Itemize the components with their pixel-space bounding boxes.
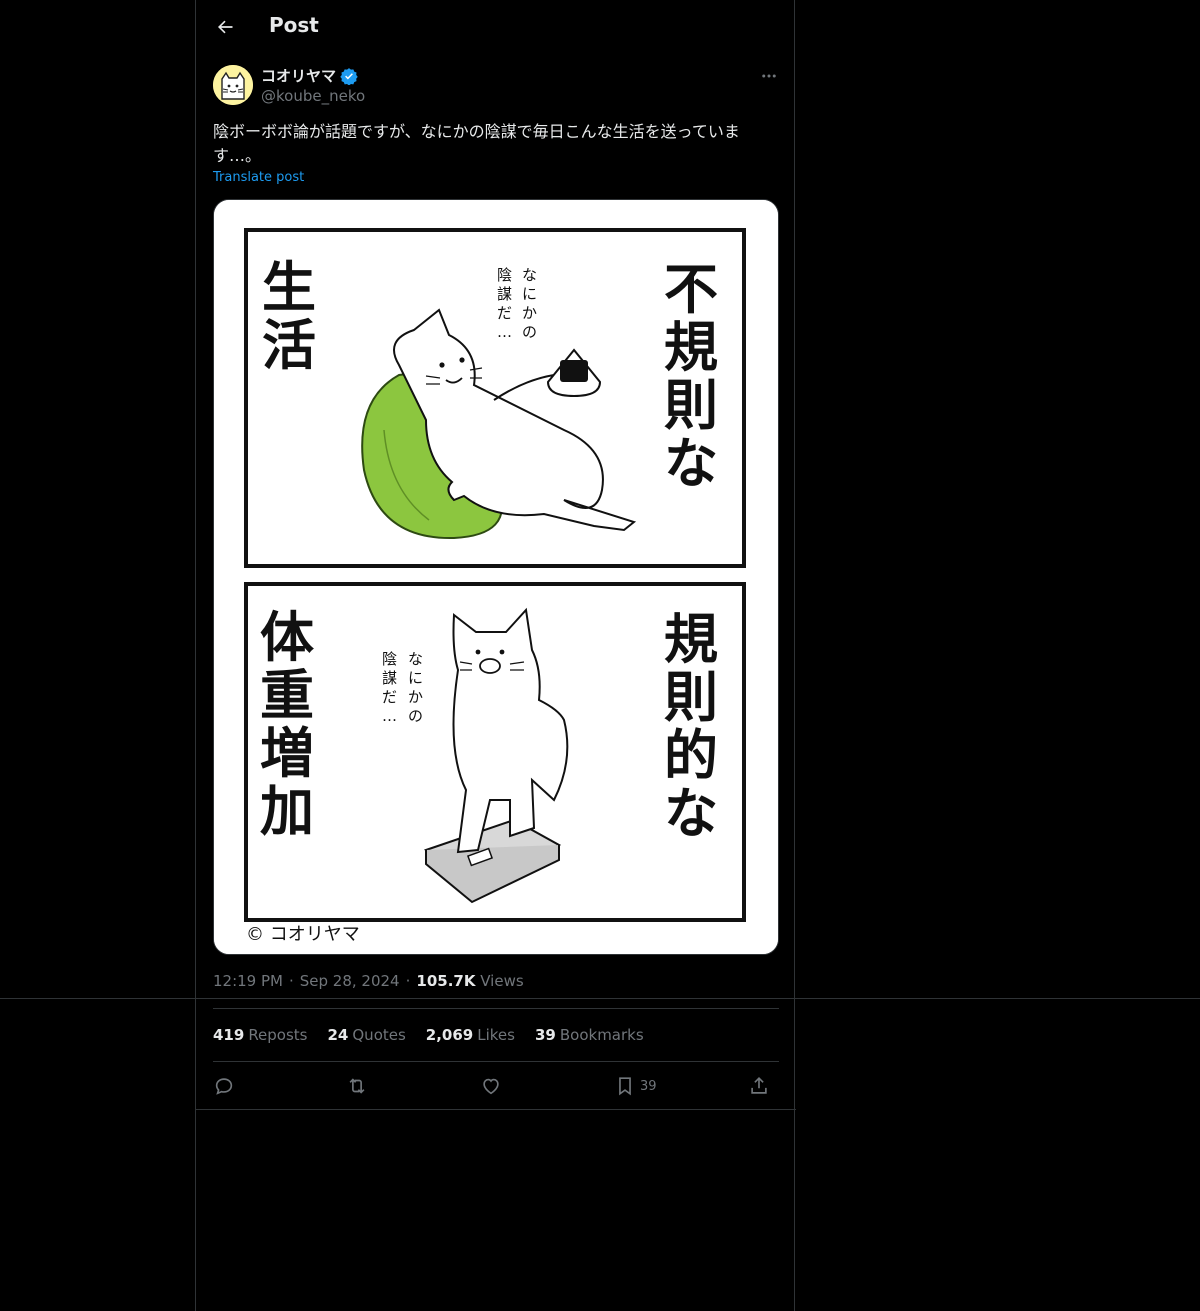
reposts-stat[interactable]: 419 Reposts xyxy=(213,1026,308,1044)
quotes-label: Quotes xyxy=(352,1026,406,1044)
svg-text:則: 則 xyxy=(664,374,718,437)
verified-badge-icon xyxy=(340,67,358,85)
svg-text:加: 加 xyxy=(260,780,314,843)
bookmarks-stat[interactable]: 39 Bookmarks xyxy=(535,1026,644,1044)
quotes-stat[interactable]: 24 Quotes xyxy=(328,1026,406,1044)
action-bar: 39 xyxy=(213,1070,779,1102)
views-count: 105.7K xyxy=(416,972,476,990)
reply-icon xyxy=(215,1078,233,1095)
heart-icon xyxy=(483,1078,499,1095)
panel1-title-right: 不規則な xyxy=(664,258,718,495)
repost-icon xyxy=(349,1078,365,1094)
svg-text:重: 重 xyxy=(260,664,314,727)
svg-text:活: 活 xyxy=(262,314,316,377)
svg-text:な: な xyxy=(664,432,718,495)
post-image[interactable]: なにかの 陰謀だ… 不規則な 生活 な に か の 陰 謀 だ … 規 則 的 … xyxy=(213,199,779,955)
svg-text:に: に xyxy=(408,669,423,687)
reposts-count: 419 xyxy=(213,1026,245,1044)
svg-text:則: 則 xyxy=(664,666,718,729)
svg-text:体: 体 xyxy=(260,606,314,669)
svg-text:に: に xyxy=(522,285,537,303)
share-button[interactable] xyxy=(748,1070,770,1102)
share-icon xyxy=(751,1077,767,1094)
likes-stat[interactable]: 2,069 Likes xyxy=(426,1026,515,1044)
divider xyxy=(213,1008,779,1009)
svg-text:の: の xyxy=(522,323,537,341)
post-date[interactable]: Sep 28, 2024 xyxy=(300,972,400,990)
bookmark-count: 39 xyxy=(640,1078,657,1094)
divider xyxy=(213,1061,779,1062)
author-handle[interactable]: @koube_neko xyxy=(261,87,365,105)
avatar[interactable] xyxy=(213,65,253,105)
svg-text:規: 規 xyxy=(664,608,718,671)
post-text: 陰ボーボボ論が話題ですが、なにかの陰謀で毎日こんな生活を送っています…。 xyxy=(213,122,740,165)
meta-separator: · xyxy=(405,972,411,990)
bookmarks-count: 39 xyxy=(534,1026,556,1044)
svg-text:的: 的 xyxy=(664,724,718,787)
svg-text:だ: だ xyxy=(382,688,397,706)
panel1-title-left: 生活 xyxy=(262,256,316,377)
author-name-text: コオリヤマ xyxy=(261,67,337,85)
svg-text:謀: 謀 xyxy=(497,285,512,303)
svg-text:生: 生 xyxy=(262,256,316,319)
svg-text:な: な xyxy=(664,782,718,845)
bookmark-icon xyxy=(619,1077,631,1096)
likes-count: 2,069 xyxy=(425,1026,474,1044)
comic-illustration: なにかの 陰謀だ… 不規則な 生活 なにかの 陰謀だ… 規則的な 体重増加 © … xyxy=(214,200,778,954)
translate-post-link[interactable]: Translate post xyxy=(213,170,304,185)
arrow-left-icon xyxy=(218,20,233,34)
svg-text:…: … xyxy=(497,323,512,341)
bookmark-button[interactable]: 39 xyxy=(614,1070,657,1102)
comic-credit: © コオリヤマ xyxy=(246,924,360,945)
divider xyxy=(196,1109,796,1110)
reposts-label: Reposts xyxy=(248,1026,308,1044)
views-label: Views xyxy=(480,972,524,990)
back-button[interactable] xyxy=(208,10,242,44)
panel2-title-right: 規則的な xyxy=(664,608,718,845)
svg-text:な: な xyxy=(522,266,537,284)
svg-text:だ: だ xyxy=(497,304,512,322)
reply-button[interactable] xyxy=(213,1070,235,1102)
svg-text:陰: 陰 xyxy=(382,650,397,668)
svg-text:陰: 陰 xyxy=(497,266,512,284)
like-button[interactable] xyxy=(480,1070,502,1102)
more-horizontal-icon xyxy=(762,74,776,78)
more-options-button[interactable] xyxy=(756,63,782,89)
svg-text:規: 規 xyxy=(664,316,718,379)
svg-text:…: … xyxy=(382,707,397,725)
header: Post xyxy=(196,0,796,53)
author-display-name[interactable]: コオリヤマ xyxy=(261,65,358,86)
svg-text:不: 不 xyxy=(664,258,718,321)
engagement-stats: 419 Reposts 24 Quotes 2,069 Likes 39 Bookmar… xyxy=(213,1026,644,1044)
bookmarks-label: Bookmarks xyxy=(559,1026,644,1044)
likes-label: Likes xyxy=(477,1026,515,1044)
post-time[interactable]: 12:19 PM xyxy=(213,972,283,990)
svg-text:増: 増 xyxy=(260,722,314,785)
page-title: Post xyxy=(269,13,319,37)
cat-avatar-icon xyxy=(213,65,253,105)
svg-text:の: の xyxy=(408,707,423,725)
repost-button[interactable] xyxy=(346,1070,368,1102)
svg-text:謀: 謀 xyxy=(382,669,397,687)
svg-text:か: か xyxy=(408,688,423,706)
quotes-count: 24 xyxy=(327,1026,349,1044)
primary-column: Post コオリヤマ @koube_neko 陰ボーボボ論が話題ですが、なにかの… xyxy=(195,0,796,1311)
post-meta: 12:19 PM · Sep 28, 2024 · 105.7K Views xyxy=(213,972,524,990)
panel2-title-left: 体重増加 xyxy=(260,606,314,843)
svg-text:な: な xyxy=(408,650,423,668)
svg-text:か: か xyxy=(522,304,537,322)
meta-separator: · xyxy=(288,972,294,990)
